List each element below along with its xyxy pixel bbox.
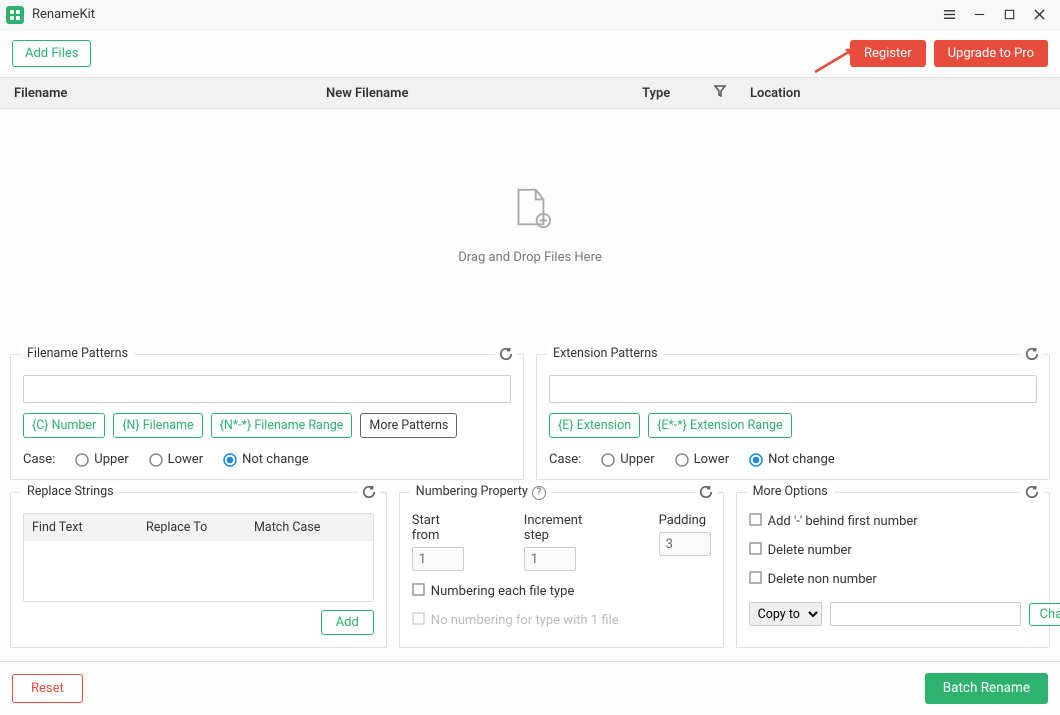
no-numbering-1file-checkbox: No numbering for type with 1 file: [412, 612, 711, 629]
radio-lower[interactable]: Lower: [149, 452, 203, 467]
radio-not-change[interactable]: Not change: [749, 452, 835, 467]
panel-legend: Extension Patterns: [547, 346, 664, 361]
app-icon: [6, 6, 24, 24]
file-plus-icon: [507, 186, 553, 236]
replace-table-body: [24, 541, 373, 601]
register-button[interactable]: Register: [850, 40, 926, 67]
change-button[interactable]: Change: [1029, 603, 1060, 626]
padding-input[interactable]: [659, 532, 711, 556]
delete-non-number-checkbox[interactable]: Delete non number: [749, 571, 1037, 588]
case-label: Case:: [23, 452, 55, 467]
column-filename[interactable]: Filename: [0, 78, 316, 108]
replace-table: Find Text Replace To Match Case: [23, 513, 374, 602]
column-match-case[interactable]: Match Case: [246, 514, 373, 541]
batch-rename-button[interactable]: Batch Rename: [925, 673, 1048, 705]
token-e-range[interactable]: {E*-*} Extension Range: [648, 413, 792, 438]
start-from-label: Start from: [412, 513, 464, 543]
extension-pattern-input[interactable]: [549, 375, 1037, 403]
file-table-header: Filename New Filename Type Location: [0, 77, 1060, 109]
panel-legend: Filename Patterns: [21, 346, 134, 361]
radio-not-change[interactable]: Not change: [223, 452, 309, 467]
close-button[interactable]: [1024, 1, 1054, 29]
refresh-icon[interactable]: [695, 485, 717, 503]
minimize-button[interactable]: [964, 1, 994, 29]
dropzone-text: Drag and Drop Files Here: [458, 250, 602, 265]
column-new-filename[interactable]: New Filename: [316, 78, 632, 108]
token-n-filename[interactable]: {N} Filename: [113, 413, 202, 438]
case-label: Case:: [549, 452, 581, 467]
add-dash-checkbox[interactable]: Add '-' behind first number: [749, 513, 1037, 530]
radio-lower[interactable]: Lower: [675, 452, 729, 467]
column-type[interactable]: Type: [632, 78, 740, 108]
upgrade-button[interactable]: Upgrade to Pro: [934, 40, 1048, 67]
start-from-input[interactable]: [412, 547, 464, 571]
token-c-number[interactable]: {C} Number: [23, 413, 105, 438]
copy-to-select[interactable]: Copy to: [749, 602, 822, 626]
refresh-icon[interactable]: [495, 347, 517, 365]
delete-number-checkbox[interactable]: Delete number: [749, 542, 1037, 559]
filename-patterns-panel: Filename Patterns {C} Number {N} Filenam…: [10, 354, 524, 480]
reset-button[interactable]: Reset: [12, 674, 83, 703]
titlebar: RenameKit: [0, 0, 1060, 30]
column-replace-to[interactable]: Replace To: [138, 514, 246, 541]
topbar: Add Files Register Upgrade to Pro: [0, 30, 1060, 77]
maximize-button[interactable]: [994, 1, 1024, 29]
add-files-button[interactable]: Add Files: [12, 40, 91, 67]
add-replace-button[interactable]: Add: [321, 610, 374, 635]
app-title: RenameKit: [32, 7, 95, 22]
hamburger-menu-icon[interactable]: [934, 1, 964, 29]
padding-label: Padding: [659, 513, 711, 528]
numbering-each-type-checkbox[interactable]: Numbering each file type: [412, 583, 711, 600]
dropzone[interactable]: Drag and Drop Files Here: [0, 109, 1060, 342]
token-e-extension[interactable]: {E} Extension: [549, 413, 640, 438]
column-type-label: Type: [642, 86, 670, 101]
filename-pattern-input[interactable]: [23, 375, 511, 403]
panel-legend: Numbering Property?: [410, 484, 552, 500]
numbering-panel: Numbering Property? Start from Increment…: [399, 492, 724, 648]
help-icon[interactable]: ?: [532, 486, 546, 500]
refresh-icon[interactable]: [1021, 347, 1043, 365]
footer: Reset Batch Rename: [0, 661, 1060, 715]
extension-patterns-panel: Extension Patterns {E} Extension {E*-*} …: [536, 354, 1050, 480]
radio-upper[interactable]: Upper: [75, 452, 128, 467]
column-find[interactable]: Find Text: [24, 514, 138, 541]
copy-to-path-input[interactable]: [830, 602, 1021, 626]
column-location[interactable]: Location: [740, 78, 1060, 108]
token-n-range[interactable]: {N*-*} Filename Range: [211, 413, 353, 438]
panel-legend: Replace Strings: [21, 484, 120, 499]
increment-input[interactable]: [524, 547, 576, 571]
more-options-panel: More Options Add '-' behind first number…: [736, 492, 1050, 648]
refresh-icon[interactable]: [1021, 485, 1043, 503]
refresh-icon[interactable]: [358, 485, 380, 503]
replace-strings-panel: Replace Strings Find Text Replace To Mat…: [10, 492, 387, 648]
more-patterns-button[interactable]: More Patterns: [360, 413, 457, 438]
panel-legend: More Options: [747, 484, 834, 499]
radio-upper[interactable]: Upper: [601, 452, 654, 467]
increment-label: Increment step: [524, 513, 599, 543]
filter-icon[interactable]: [714, 85, 726, 101]
